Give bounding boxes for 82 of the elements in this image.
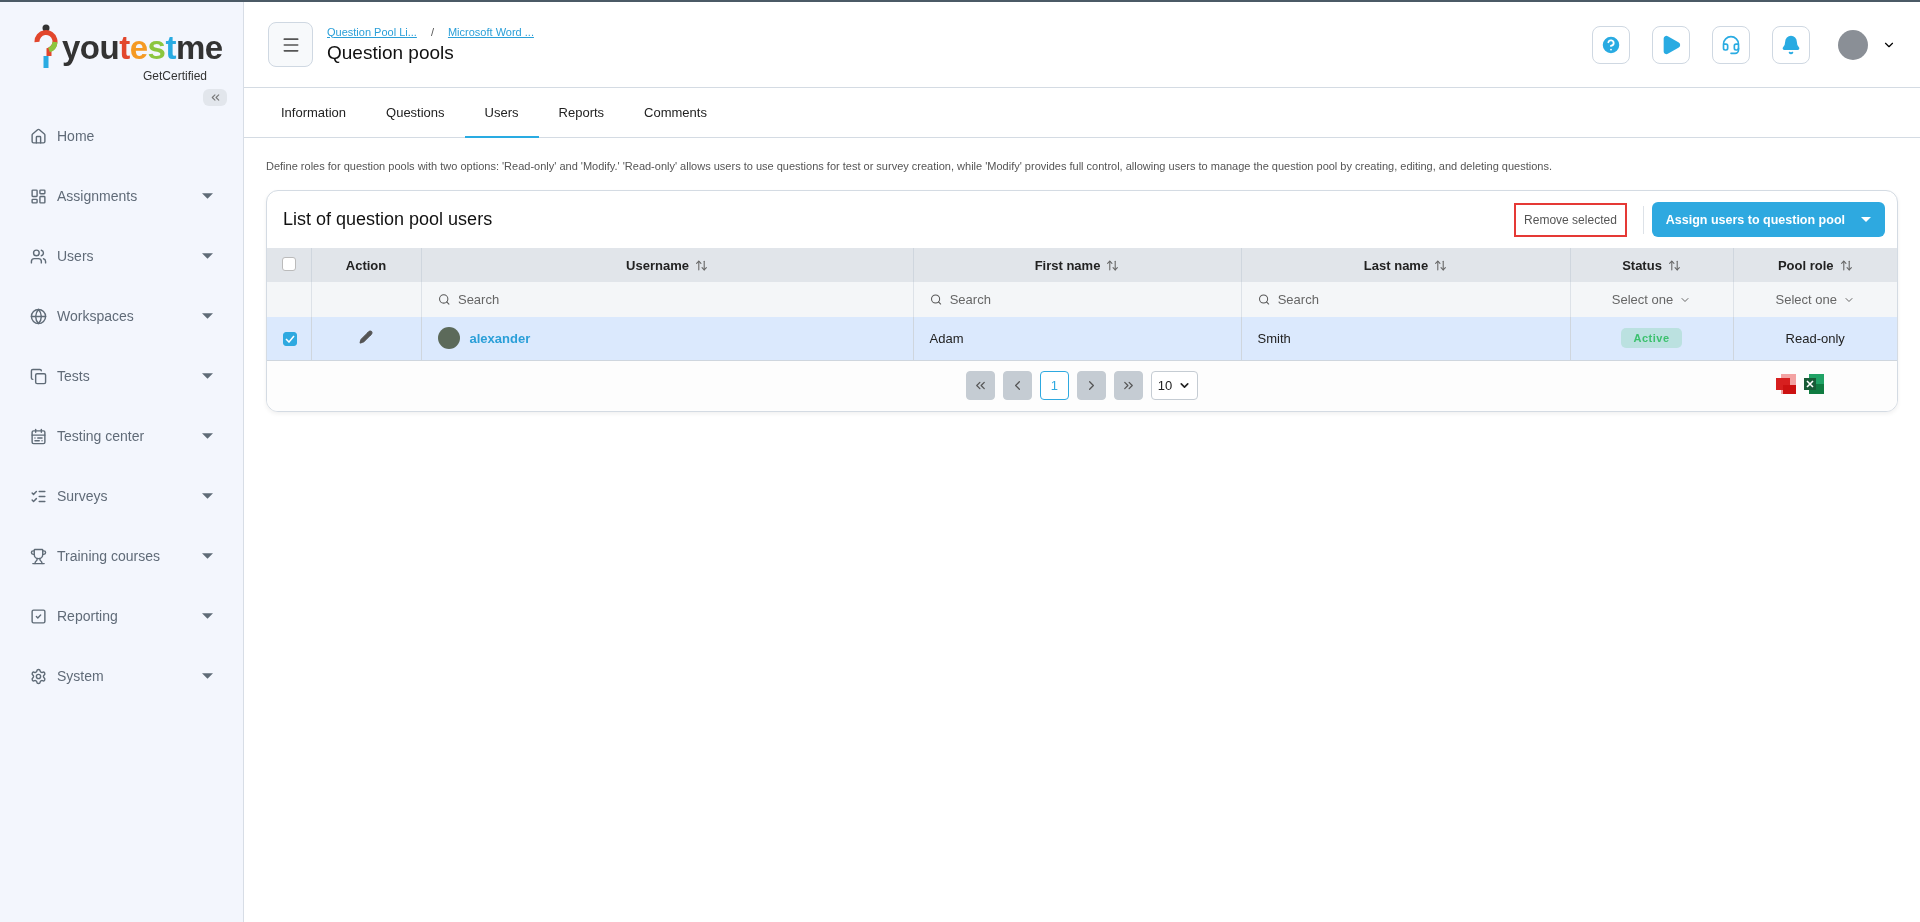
table-cell: Read-only [1733, 317, 1897, 360]
nav-icon [30, 247, 47, 265]
nav-item[interactable]: Home [0, 106, 243, 166]
first-page-button[interactable] [965, 371, 995, 400]
column-header[interactable]: Status [1570, 248, 1733, 282]
sort-icon[interactable] [1106, 258, 1120, 272]
logo-icon [34, 24, 58, 70]
nav-item[interactable]: Reporting [0, 586, 243, 646]
nav-icon [30, 367, 47, 385]
column-header[interactable]: Username [421, 248, 913, 282]
breadcrumb-link[interactable]: Question Pool Li... [327, 25, 417, 38]
description-text: Define roles for question pools with two options: 'Read-only' and 'Modify.' 'Read-only' allows users to use questions for test or survey creation, while 'Modify' provides full control, allowing users to manage the question pool by creating, editing, and deleting questions. [266, 160, 1553, 172]
tab[interactable]: Information [261, 88, 367, 138]
nav-item[interactable]: System [0, 646, 243, 706]
tab[interactable]: Comments [624, 88, 727, 138]
previous-page-button[interactable] [1002, 371, 1032, 400]
column-header[interactable]: First name [913, 248, 1241, 282]
sort-icon[interactable] [1667, 258, 1681, 272]
nav-item[interactable]: Surveys [0, 466, 243, 526]
search-input[interactable]: Search [1275, 291, 1554, 308]
row-checkbox[interactable] [283, 331, 297, 346]
nav-icon [30, 607, 47, 625]
search-input[interactable]: Search [455, 291, 897, 308]
column-header: Action [311, 248, 421, 282]
nav-item[interactable]: Training courses [0, 526, 243, 586]
headset-icon [1721, 34, 1741, 55]
page-size-select[interactable]: 10 [1150, 371, 1199, 400]
table-cell: Smith [1241, 317, 1570, 360]
search-field[interactable]: Search [1241, 282, 1570, 317]
nav-icon [30, 547, 47, 565]
sort-icon[interactable] [694, 258, 708, 272]
search-field[interactable]: Search [913, 282, 1241, 317]
nav-icon [30, 667, 47, 685]
sort-icon[interactable] [1434, 258, 1448, 272]
tab[interactable]: Questions [366, 88, 465, 138]
headset-button[interactable] [1712, 25, 1750, 64]
search-icon [1257, 293, 1270, 306]
remove-selected-button[interactable]: Remove selected [1514, 202, 1627, 237]
status-badge: Active [1621, 328, 1682, 349]
help-icon [1600, 33, 1622, 56]
menu-button[interactable] [268, 22, 313, 67]
bell-icon [1781, 34, 1801, 55]
search-input[interactable]: Search [947, 291, 1225, 308]
search-icon [437, 293, 450, 306]
notifications-button[interactable] [1772, 25, 1810, 64]
help-button[interactable] [1592, 25, 1630, 64]
breadcrumb-separator: / [430, 25, 434, 38]
nav-icon [30, 127, 47, 145]
user-avatar[interactable] [1838, 29, 1868, 60]
nav-item[interactable]: Workspaces [0, 286, 243, 346]
last-page-button[interactable] [1113, 371, 1143, 400]
nav-icon [30, 187, 47, 205]
column-header[interactable]: Last name [1241, 248, 1570, 282]
collapse-sidebar-button[interactable] [203, 89, 227, 106]
logo-tagline: GetCertified [142, 69, 207, 83]
nav-icon [30, 307, 47, 325]
edit-icon[interactable] [359, 329, 373, 344]
pdf-export-icon[interactable] [1775, 372, 1797, 395]
breadcrumb-link[interactable]: Microsoft Word ... [447, 25, 534, 38]
page-title: Question pools [327, 41, 455, 64]
nav-item[interactable]: Testing center [0, 406, 243, 466]
next-page-button[interactable] [1076, 371, 1106, 400]
user-avatar [437, 327, 460, 350]
column-header[interactable]: Pool role [1733, 248, 1897, 282]
search-field[interactable]: Search [421, 282, 913, 317]
page-button[interactable]: 1 [1039, 371, 1069, 400]
excel-export-icon[interactable] [1803, 372, 1825, 395]
nav-item[interactable]: Tests [0, 346, 243, 406]
search-icon [929, 293, 942, 306]
assign-users-button[interactable]: Assign users to question pool [1651, 202, 1885, 237]
logo-wordmark: youtestme [62, 30, 223, 64]
nav-icon [30, 427, 47, 445]
caret-icon [1861, 217, 1871, 222]
nav-item[interactable]: Assignments [0, 166, 243, 226]
card-title: List of question pool users [283, 209, 494, 230]
select-all-checkbox[interactable] [281, 256, 296, 271]
sort-icon[interactable] [1839, 258, 1853, 272]
tab[interactable]: Users [464, 88, 539, 138]
table-cell: Adam [913, 317, 1241, 360]
tab[interactable]: Reports [538, 88, 625, 138]
play-button[interactable] [1652, 25, 1690, 64]
nav-item[interactable]: Users [0, 226, 243, 286]
